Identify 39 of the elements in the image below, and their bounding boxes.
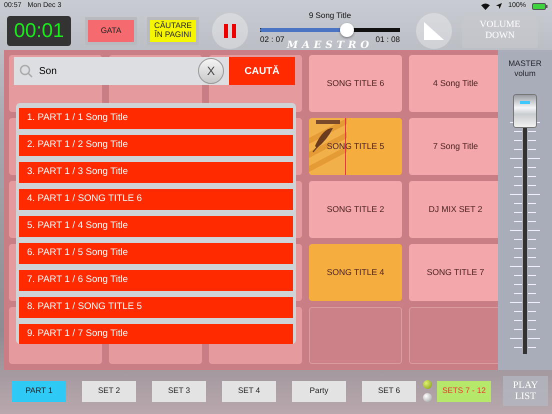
song-pad[interactable]: SONG TITLE 6 [309,55,402,112]
set-tab[interactable]: SET 3 [152,380,206,402]
result-item[interactable]: 3. PART 1 / 3 Song Title [19,162,293,183]
search-button[interactable]: CAUTĂ [229,57,295,85]
set-tab[interactable]: Party [292,380,346,402]
master-label: MASTER [507,59,543,69]
progress-thumb[interactable] [340,23,354,37]
timer-display: 00:01 [7,16,71,46]
song-title: 9 Song Title [308,10,352,22]
song-pad[interactable]: SONG TITLE 2 [309,181,402,238]
result-item[interactable]: 4. PART 1 / SONG TITLE 6 [19,189,293,210]
wifi-icon [481,2,490,10]
result-item[interactable]: 9. PART 1 / 7 Song Title [19,324,293,344]
master-sublabel: volum [513,68,537,78]
app-logo: MAESTRO [286,41,374,51]
remaining-time: 01 : 08 [376,34,400,46]
result-item[interactable]: 5. PART 1 / 4 Song Title [19,216,293,237]
result-item[interactable]: 2. PART 1 / 2 Song Title [19,135,293,156]
battery-icon [532,2,548,10]
set-tab[interactable]: SET 2 [82,380,136,402]
elapsed-time: 02 : 07 [260,34,284,46]
result-item[interactable]: 8. PART 1 / SONG TITLE 5 [19,297,293,318]
pause-icon [224,24,236,38]
play-button[interactable] [416,13,452,49]
song-pad[interactable]: SONG TITLE 4 [309,244,402,301]
pause-button[interactable] [212,13,248,49]
result-item[interactable]: 6. PART 1 / 5 Song Title [19,243,293,264]
header-button[interactable]: CĂUTARE ÎN PAGINI [147,17,199,45]
play-icon [422,21,446,41]
result-item[interactable]: 7. PART 1 / 6 Song Title [19,270,293,291]
search-icon [19,64,33,78]
clear-button[interactable]: X [198,58,224,84]
location-icon [496,3,502,9]
set-tab[interactable]: SET 6 [362,380,416,402]
result-item[interactable]: 1. PART 1 / 1 Song Title [19,108,293,129]
header-button[interactable]: GATA [85,17,137,45]
set-tab[interactable]: PART 1 [12,380,66,402]
fader-knob[interactable] [513,94,537,128]
set-tab[interactable]: SET 4 [222,380,276,402]
